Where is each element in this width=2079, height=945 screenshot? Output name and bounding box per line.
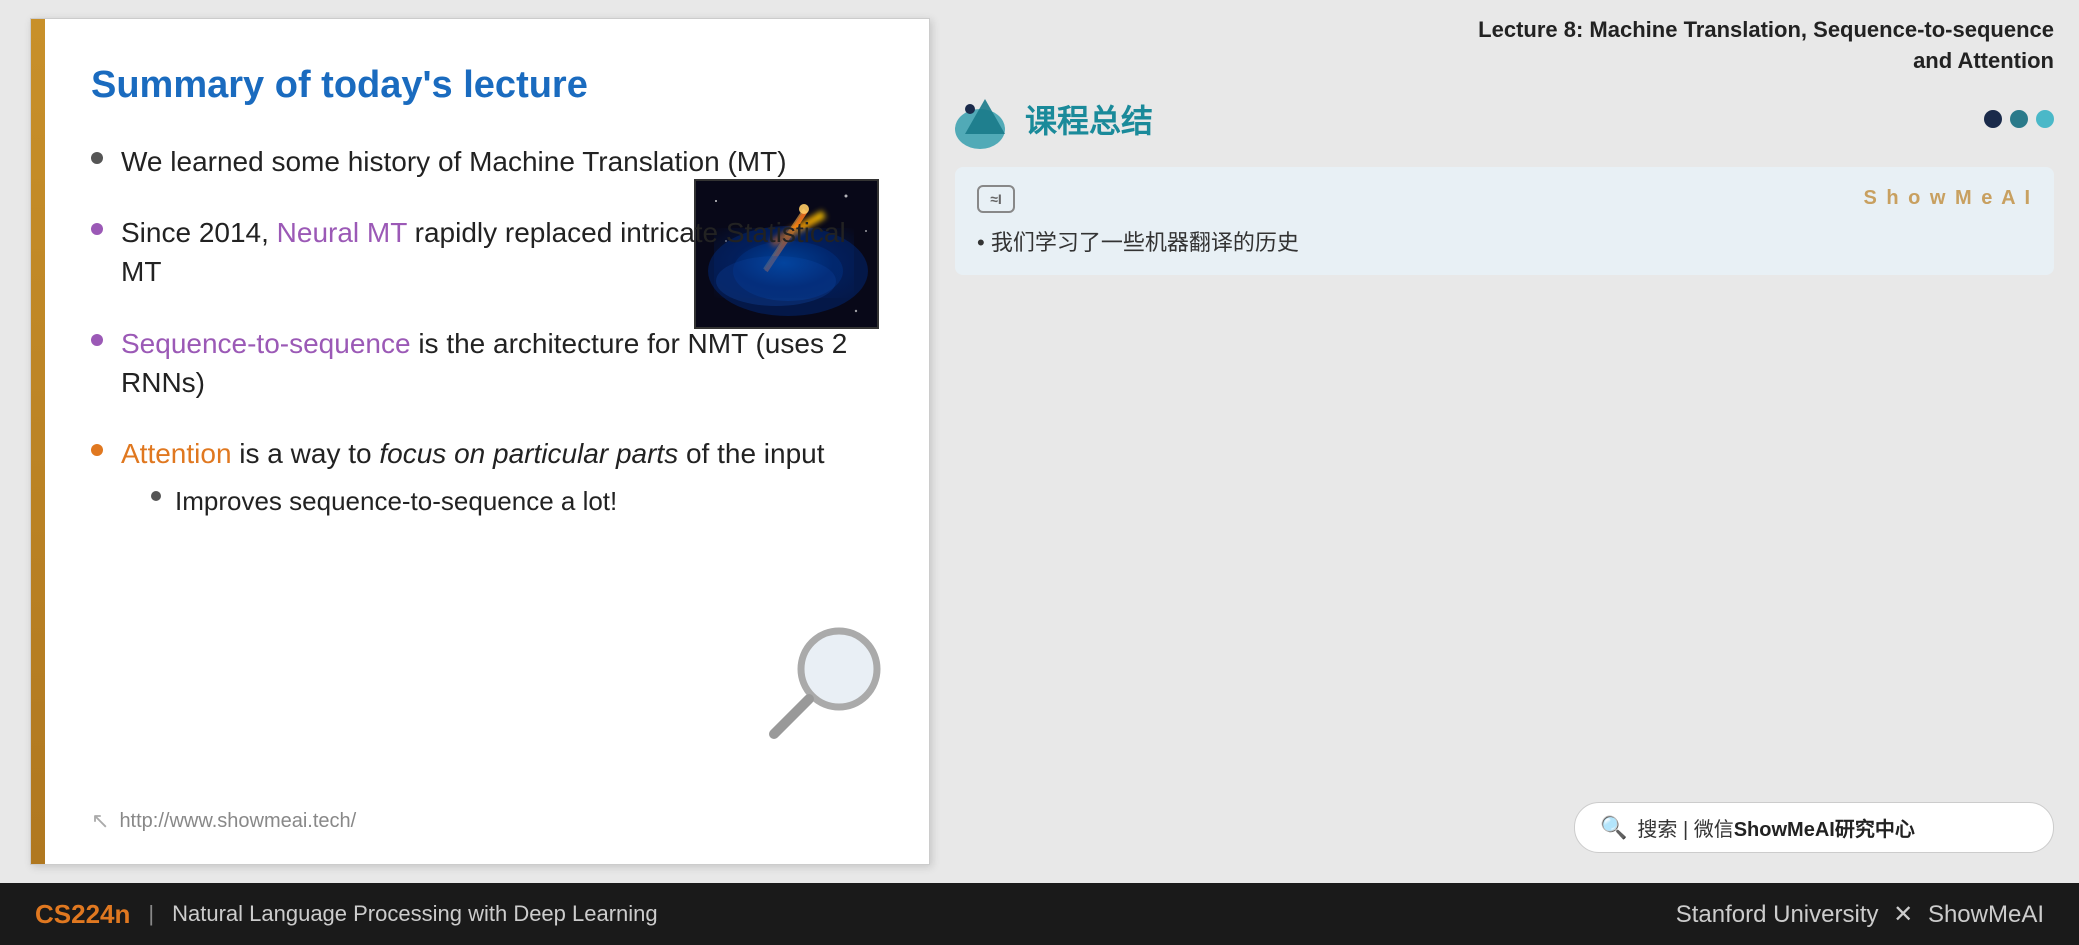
- bullet-text-4: Attention is a way to focus on particula…: [121, 434, 879, 520]
- bullet-dot-3: [91, 334, 103, 346]
- bottom-bar: CS224n | Natural Language Processing wit…: [0, 883, 2079, 945]
- bullet-dot-4: [91, 444, 103, 456]
- ai-badge: ≈I: [977, 185, 1015, 213]
- sub-bullet-text: Improves sequence-to-sequence a lot!: [175, 483, 617, 519]
- content-area: Summary of today's lecture: [0, 0, 2079, 883]
- showmeai-brand: S h o w M e A I: [1863, 187, 2032, 210]
- slide-left-bar: [31, 19, 45, 864]
- cs224n-logo: CS224n: [35, 899, 130, 930]
- lecture-header-line1: Lecture 8: Machine Translation, Sequence…: [955, 15, 2054, 46]
- nav-dot-light[interactable]: [2036, 110, 2054, 128]
- lesson-title: 课程总结: [1025, 96, 1153, 142]
- bullet-item-2: Since 2014, Neural MT rapidly replaced i…: [91, 213, 879, 291]
- card-bullet-text: • 我们学习了一些机器翻译的历史: [977, 225, 1299, 257]
- bullet-item-1: We learned some history of Machine Trans…: [91, 142, 879, 181]
- slide-title: Summary of today's lecture: [91, 64, 879, 107]
- bottom-right-text: Stanford University ✕ ShowMeAI: [1676, 900, 2044, 929]
- wave-icon: [955, 89, 1025, 149]
- sub-bullet-dot: [151, 491, 161, 501]
- card-bullet: • 我们学习了一些机器翻译的历史: [977, 225, 2032, 257]
- spacer: [955, 295, 2054, 802]
- nav-dot-teal[interactable]: [2010, 110, 2028, 128]
- x-mark: ✕: [1893, 901, 1920, 928]
- bottom-course-name: Natural Language Processing with Deep Le…: [172, 901, 1676, 927]
- neural-mt-highlight: Neural MT: [277, 217, 407, 248]
- focus-italic: focus on particular parts: [379, 438, 678, 469]
- search-icon: 🔍: [1600, 815, 1627, 841]
- bullet-dot-2: [91, 223, 103, 235]
- lecture-title-section: 课程总结: [955, 89, 2054, 149]
- search-bold-text: ShowMeAI研究中心: [1734, 813, 1915, 842]
- slide-footer: ↖ http://www.showmeai.tech/: [91, 808, 879, 834]
- bullet-item-3: Sequence-to-sequence is the architecture…: [91, 324, 879, 402]
- search-text: 搜索 | 微信: [1637, 813, 1733, 842]
- lecture-header-line2: and Attention: [955, 46, 2054, 77]
- lecture-header: Lecture 8: Machine Translation, Sequence…: [955, 15, 2054, 77]
- nav-dot-dark[interactable]: [1984, 110, 2002, 128]
- cursor-icon: ↖: [91, 808, 109, 834]
- bullet-dot-1: [91, 152, 103, 164]
- main-container: Summary of today's lecture: [0, 0, 2079, 945]
- seq2seq-highlight: Sequence-to-sequence: [121, 328, 411, 359]
- sub-bullet-1: Improves sequence-to-sequence a lot!: [151, 483, 879, 519]
- magnify-icon: [759, 619, 889, 749]
- bullet-text-1: We learned some history of Machine Trans…: [121, 142, 879, 181]
- attention-highlight: Attention: [121, 438, 232, 469]
- search-bar[interactable]: 🔍 搜索 | 微信 ShowMeAI研究中心: [1574, 802, 2054, 853]
- ai-badge-text: ≈I: [990, 191, 1002, 207]
- showmeai-card: ≈I S h o w M e A I • 我们学习了一些机器翻译的历史: [955, 167, 2054, 275]
- showmeai-right-text: ShowMeAI: [1928, 901, 2044, 928]
- right-panel: Lecture 8: Machine Translation, Sequence…: [930, 0, 2079, 883]
- bullet-text-3: Sequence-to-sequence is the architecture…: [121, 324, 879, 402]
- nav-dots: [1984, 110, 2054, 128]
- card-header: ≈I S h o w M e A I: [977, 185, 2032, 213]
- magnify-container: [759, 619, 889, 754]
- bullet-text-2: Since 2014, Neural MT rapidly replaced i…: [121, 213, 879, 291]
- bottom-separator: |: [148, 901, 154, 927]
- slide-panel: Summary of today's lecture: [30, 18, 930, 865]
- footer-link[interactable]: http://www.showmeai.tech/: [119, 810, 356, 833]
- stanford-text: Stanford University: [1676, 901, 1879, 928]
- bullet-item-4: Attention is a way to focus on particula…: [91, 434, 879, 520]
